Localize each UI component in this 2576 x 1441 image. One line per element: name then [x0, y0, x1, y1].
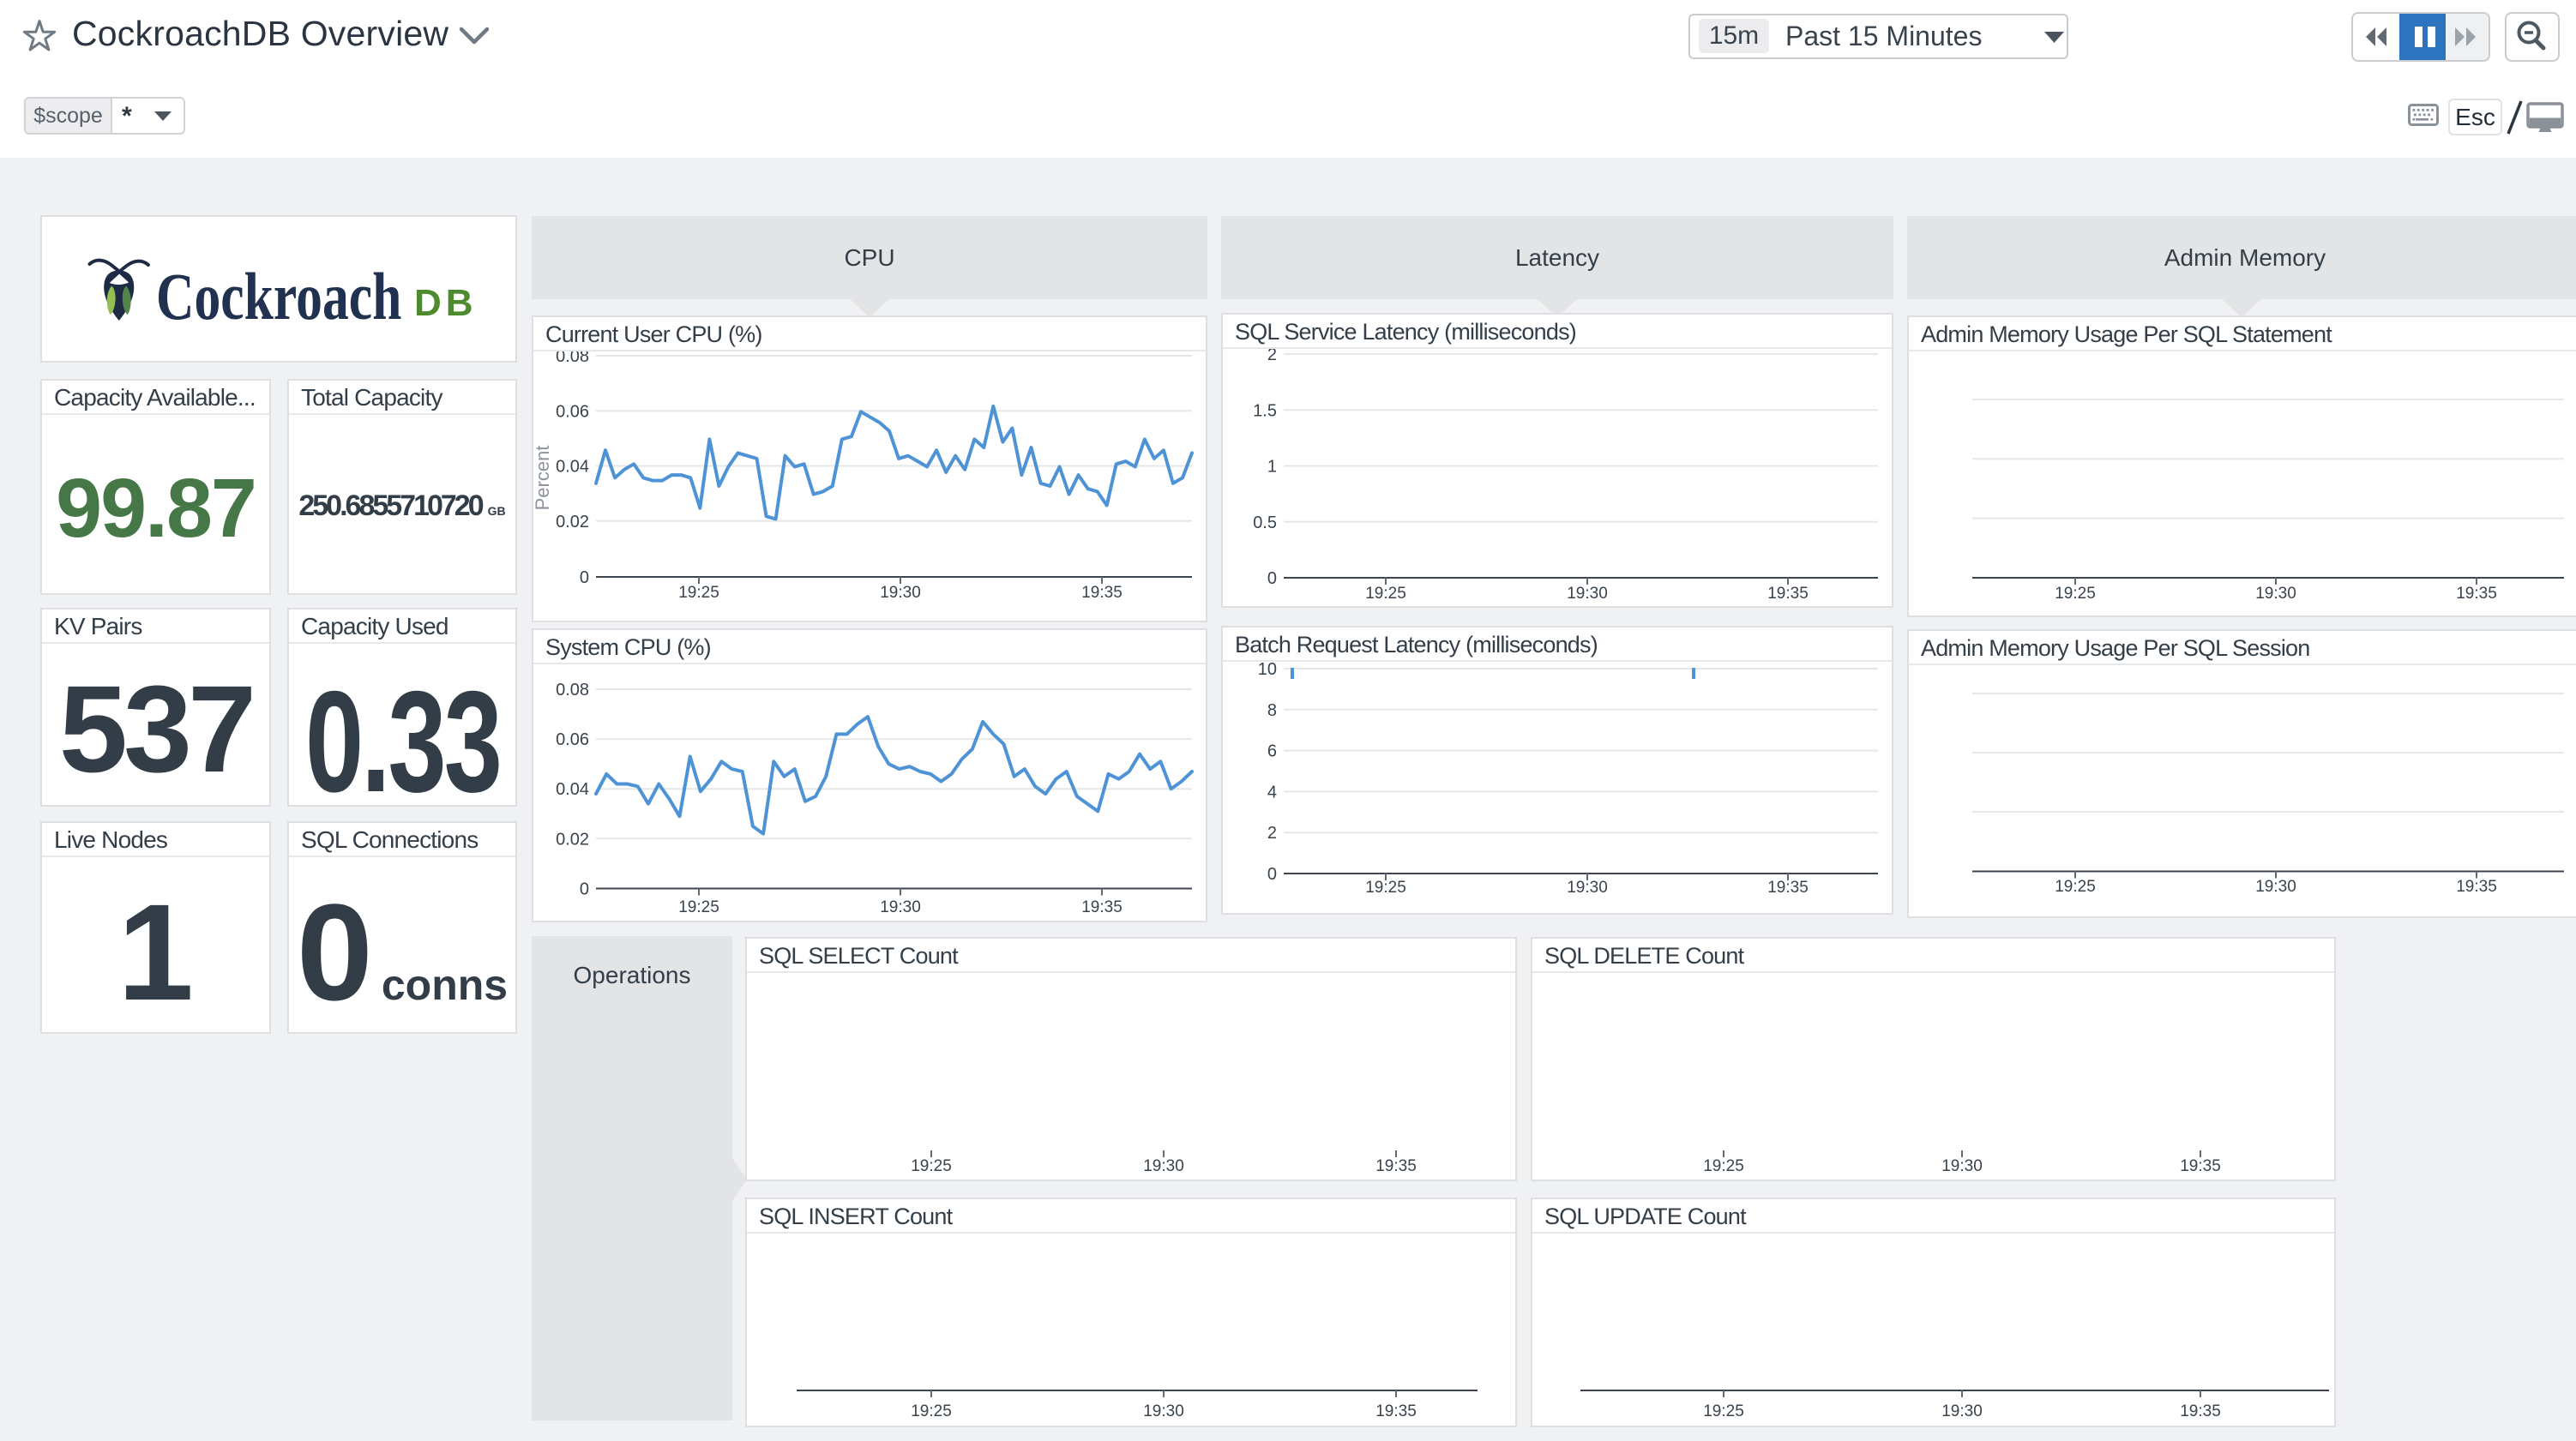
svg-text:19:30: 19:30 [2255, 585, 2296, 603]
svg-text:0.04: 0.04 [556, 458, 589, 477]
svg-text:19:30: 19:30 [1143, 1157, 1184, 1175]
svg-text:19:30: 19:30 [2255, 878, 2296, 896]
svg-text:19:25: 19:25 [1703, 1402, 1744, 1420]
svg-text:8: 8 [1267, 701, 1277, 720]
svg-text:19:25: 19:25 [1365, 585, 1406, 603]
svg-text:19:30: 19:30 [1567, 879, 1608, 897]
svg-text:19:35: 19:35 [1767, 585, 1809, 603]
svg-text:0.06: 0.06 [556, 402, 589, 421]
svg-text:19:35: 19:35 [2180, 1402, 2221, 1420]
svg-text:19:25: 19:25 [678, 584, 719, 602]
svg-text:19:35: 19:35 [2180, 1157, 2221, 1175]
svg-text:19:25: 19:25 [2055, 585, 2096, 603]
svg-text:19:35: 19:35 [1767, 879, 1809, 897]
svg-text:19:25: 19:25 [911, 1157, 952, 1175]
svg-text:19:35: 19:35 [1081, 898, 1122, 916]
svg-text:2: 2 [1267, 824, 1277, 843]
svg-text:0.02: 0.02 [556, 830, 589, 849]
svg-text:19:25: 19:25 [911, 1402, 952, 1420]
svg-text:19:25: 19:25 [1365, 879, 1406, 897]
svg-text:0.08: 0.08 [556, 681, 589, 699]
svg-text:1: 1 [1267, 458, 1277, 477]
svg-text:19:30: 19:30 [1143, 1402, 1184, 1420]
svg-text:19:25: 19:25 [2055, 878, 2096, 896]
svg-text:19:35: 19:35 [1375, 1157, 1417, 1175]
svg-text:19:35: 19:35 [1375, 1402, 1417, 1420]
svg-text:0.5: 0.5 [1253, 513, 1277, 532]
svg-text:Percent: Percent [533, 446, 553, 511]
svg-text:19:30: 19:30 [880, 898, 921, 916]
svg-text:19:35: 19:35 [1081, 584, 1122, 602]
svg-text:10: 10 [1258, 660, 1277, 679]
svg-text:4: 4 [1267, 783, 1277, 802]
svg-text:0.02: 0.02 [556, 513, 589, 531]
svg-text:19:25: 19:25 [678, 898, 719, 916]
svg-text:19:30: 19:30 [1941, 1402, 1983, 1420]
svg-text:19:25: 19:25 [1703, 1157, 1744, 1175]
svg-text:0: 0 [1267, 569, 1277, 588]
svg-text:19:30: 19:30 [880, 584, 921, 602]
svg-text:0.06: 0.06 [556, 730, 589, 749]
svg-text:6: 6 [1267, 742, 1277, 761]
svg-text:19:35: 19:35 [2456, 585, 2497, 603]
svg-text:19:30: 19:30 [1941, 1157, 1983, 1175]
svg-text:0: 0 [1267, 865, 1277, 884]
svg-text:1.5: 1.5 [1253, 401, 1277, 420]
svg-text:0.04: 0.04 [556, 780, 589, 799]
svg-text:0: 0 [580, 880, 589, 899]
svg-text:19:35: 19:35 [2456, 878, 2497, 896]
svg-text:19:30: 19:30 [1567, 585, 1608, 603]
svg-text:0: 0 [580, 568, 589, 587]
